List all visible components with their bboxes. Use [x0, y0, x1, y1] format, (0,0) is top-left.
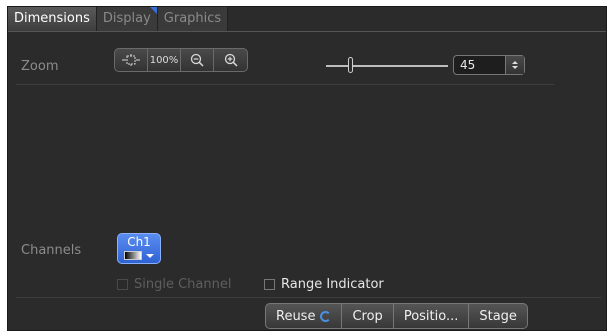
tab-bar: Dimensions Display Graphics [8, 7, 229, 31]
tab-display[interactable]: Display [96, 7, 158, 31]
tab-divider [8, 31, 606, 32]
action-button-group: Reuse Crop Positio... Stage [265, 303, 528, 329]
fit-to-window-icon [122, 54, 140, 66]
range-indicator-label: Range Indicator [281, 277, 384, 292]
zoom-out-button[interactable] [181, 49, 214, 71]
zoom-label: Zoom [21, 59, 59, 74]
crop-button[interactable]: Crop [342, 304, 394, 328]
zoom-value[interactable]: 45 [460, 58, 475, 72]
fit-to-window-button[interactable] [115, 49, 148, 71]
range-indicator-checkbox[interactable]: Range Indicator [264, 277, 384, 292]
reuse-label: Reuse [276, 308, 316, 324]
tab-dimensions[interactable]: Dimensions [8, 7, 97, 31]
zoom-in-icon [224, 53, 238, 67]
options-separator [16, 297, 601, 298]
tab-corner-marker [149, 7, 157, 14]
lut-gradient-swatch [124, 251, 142, 260]
position-button[interactable]: Positio... [394, 304, 470, 328]
zoom-100-button[interactable]: 100% [148, 49, 181, 71]
tab-graphics[interactable]: Graphics [157, 7, 229, 31]
chevron-down-icon[interactable] [146, 254, 154, 258]
single-channel-checkbox[interactable]: Single Channel [117, 277, 231, 292]
single-channel-label: Single Channel [134, 277, 232, 292]
zoom-slider-track[interactable] [326, 65, 448, 67]
spin-arrows[interactable] [505, 56, 524, 74]
zoom-in-button[interactable] [214, 49, 247, 71]
zoom-100-icon: 100% [149, 54, 179, 66]
channels-label: Channels [21, 243, 82, 258]
channel-ch1-button[interactable]: Ch1 [117, 233, 161, 264]
spin-down-icon[interactable] [512, 66, 518, 69]
dimensions-panel: Dimensions Display Graphics Zoom 100% 45… [7, 6, 607, 331]
single-channel-box[interactable] [117, 279, 128, 290]
zoom-out-icon [190, 53, 204, 67]
spin-up-icon[interactable] [512, 61, 518, 64]
zoom-value-spinbox[interactable]: 45 [453, 55, 525, 75]
reuse-button[interactable]: Reuse [266, 304, 343, 328]
tab-display-label: Display [102, 11, 151, 26]
reuse-icon [320, 310, 332, 322]
channel-ch1-label: Ch1 [127, 235, 151, 249]
range-indicator-box[interactable] [264, 279, 275, 290]
zoom-separator [16, 84, 554, 85]
stage-button[interactable]: Stage [469, 304, 527, 328]
zoom-button-group: 100% [114, 48, 248, 72]
zoom-slider-handle[interactable] [348, 57, 353, 73]
